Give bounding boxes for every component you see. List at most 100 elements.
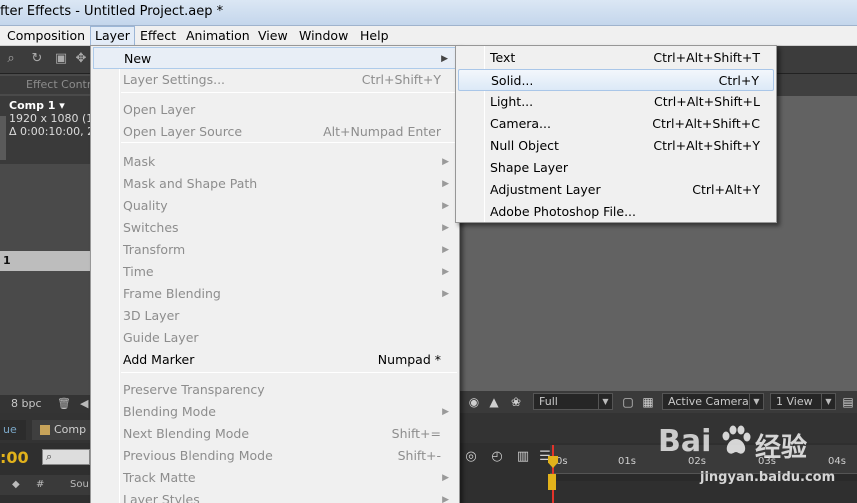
- submenu-arrow-icon: ▶: [442, 289, 449, 299]
- new-submenu-item[interactable]: Shape Layer: [458, 157, 774, 179]
- layer-menu-item[interactable]: Frame Blending ▶: [93, 283, 457, 305]
- search-tool-icon[interactable]: ⌕: [2, 49, 20, 69]
- menu-item-shortcut: Ctrl+Shift+Y: [361, 72, 441, 87]
- new-submenu-item[interactable]: Light... Ctrl+Alt+Shift+L: [458, 91, 774, 113]
- comp-name[interactable]: Comp 1 ▾: [9, 99, 90, 112]
- timeline-search-input[interactable]: ⌕: [42, 449, 90, 465]
- menu-item-label: Open Layer: [123, 102, 196, 117]
- layer-menu-item[interactable]: Preserve Transparency: [93, 379, 457, 401]
- source-name-column[interactable]: Sou: [70, 475, 89, 495]
- resolution-dropdown[interactable]: Full ▼: [533, 393, 613, 410]
- layer-duration-bar[interactable]: [548, 474, 556, 490]
- rotate-tool-icon[interactable]: ↻: [28, 49, 46, 69]
- comp-timeline-tab[interactable]: Comp: [32, 420, 90, 440]
- layer-menu-item[interactable]: Add Marker Numpad *: [93, 349, 457, 371]
- menu-composition[interactable]: Composition: [3, 26, 89, 46]
- layer-menu-item[interactable]: Time ▶: [93, 261, 457, 283]
- comp-thumbnail: [0, 116, 6, 160]
- new-submenu-item[interactable]: Text Ctrl+Alt+Shift+T: [458, 47, 774, 69]
- menu-item-label: Track Matte: [123, 470, 196, 485]
- layer-menu-item[interactable]: Track Matte ▶: [93, 467, 457, 489]
- menu-item-shortcut: Ctrl+Y: [718, 73, 759, 88]
- menu-effect[interactable]: Effect: [136, 26, 180, 46]
- menu-item-label: Blending Mode: [123, 404, 216, 419]
- menu-bar: Composition Layer Effect Animation View …: [0, 26, 857, 46]
- menu-item-shortcut: Ctrl+Alt+Shift+T: [653, 50, 760, 65]
- menu-animation[interactable]: Animation: [182, 26, 254, 46]
- chevron-down-icon: ▼: [749, 394, 763, 409]
- layer-menu-item[interactable]: New ▶: [93, 47, 457, 69]
- comp-color-swatch: [40, 425, 50, 435]
- layer-menu-item[interactable]: 3D Layer: [93, 305, 457, 327]
- layer-menu-item[interactable]: Transform ▶: [93, 239, 457, 261]
- current-timecode[interactable]: :00: [0, 447, 30, 469]
- new-submenu-item[interactable]: Camera... Ctrl+Alt+Shift+C: [458, 113, 774, 135]
- new-submenu-item[interactable]: Adobe Photoshop File...: [458, 201, 774, 223]
- ruler-label: 04s: [828, 456, 846, 467]
- snapshot-camera-icon[interactable]: ◉: [466, 394, 482, 410]
- layer-menu-item[interactable]: Switches ▶: [93, 217, 457, 239]
- menu-item-label: Guide Layer: [123, 330, 199, 345]
- menu-item-label: Switches: [123, 220, 179, 235]
- camera-tool-icon[interactable]: ▣: [52, 49, 70, 69]
- effect-controls-tab[interactable]: Effect Contr: [0, 76, 90, 94]
- transparency-grid-icon[interactable]: ▦: [640, 394, 656, 410]
- submenu-arrow-icon: ▶: [442, 267, 449, 277]
- label-tag-icon[interactable]: ◆: [12, 475, 20, 495]
- project-footer: 8 bpc 🗑 ◀: [0, 395, 90, 413]
- layer-menu-item[interactable]: Mask ▶: [93, 151, 457, 173]
- layer-menu: New ▶ Layer Settings... Ctrl+Shift+Y Open La…: [90, 45, 460, 503]
- menu-window[interactable]: Window: [295, 26, 352, 46]
- viewer-options-icon[interactable]: ▤: [840, 394, 856, 410]
- new-submenu-item[interactable]: Null Object Ctrl+Alt+Shift+Y: [458, 135, 774, 157]
- layer-menu-item[interactable]: Next Blending Mode Shift+=: [93, 423, 457, 445]
- view-layout-dropdown[interactable]: 1 View ▼: [770, 393, 836, 410]
- motion-blur-icon[interactable]: ◴: [488, 448, 506, 466]
- layer-menu-item[interactable]: Quality ▶: [93, 195, 457, 217]
- frame-blending-icon[interactable]: ▥: [514, 448, 532, 466]
- scroll-left-icon[interactable]: ◀: [80, 395, 88, 413]
- menu-item-label: Preserve Transparency: [123, 382, 265, 397]
- submenu-arrow-icon: ▶: [442, 179, 449, 189]
- menu-item-label: New: [124, 51, 152, 66]
- project-item-row[interactable]: 1: [0, 251, 90, 271]
- layer-menu-item[interactable]: Mask and Shape Path ▶: [93, 173, 457, 195]
- menu-item-label: Quality: [123, 198, 168, 213]
- layer-menu-item[interactable]: Layer Styles ▶: [93, 489, 457, 503]
- view-layout-value: 1 View: [776, 395, 813, 408]
- menu-item-shortcut: Numpad *: [377, 352, 441, 367]
- new-submenu-item[interactable]: Solid... Ctrl+Y: [458, 69, 774, 91]
- trash-icon[interactable]: 🗑: [57, 395, 71, 413]
- menu-item-label: Layer Settings...: [123, 72, 226, 87]
- layer-menu-item[interactable]: Blending Mode ▶: [93, 401, 457, 423]
- menu-item-label: Time: [123, 264, 154, 279]
- window-title-bar: fter Effects - Untitled Project.aep *: [0, 0, 857, 26]
- draft-3d-icon[interactable]: ◎: [462, 448, 480, 466]
- region-of-interest-icon[interactable]: ▢: [620, 394, 636, 410]
- window-title: fter Effects - Untitled Project.aep *: [0, 4, 224, 19]
- baidu-watermark-url: jingyan.baidu.com: [700, 470, 836, 485]
- bpc-label[interactable]: 8 bpc: [11, 397, 42, 410]
- camera-dropdown[interactable]: Active Camera ▼: [662, 393, 764, 410]
- layer-menu-item[interactable]: Open Layer Source Alt+Numpad Enter: [93, 121, 457, 143]
- submenu-arrow-icon: ▶: [441, 54, 448, 64]
- layer-menu-item[interactable]: Layer Settings... Ctrl+Shift+Y: [93, 69, 457, 91]
- submenu-arrow-icon: ▶: [442, 495, 449, 503]
- channels-rgb-icon[interactable]: ❀: [508, 394, 524, 410]
- timeline-columns-header: ◆ # Sou: [0, 475, 90, 495]
- layer-menu-item[interactable]: Previous Blending Mode Shift+-: [93, 445, 457, 467]
- menu-separator: [121, 92, 457, 93]
- new-submenu-item[interactable]: Adjustment Layer Ctrl+Alt+Y: [458, 179, 774, 201]
- menu-view[interactable]: View: [254, 26, 292, 46]
- render-queue-tab[interactable]: ue: [0, 420, 26, 440]
- pan-tool-icon[interactable]: ✥: [72, 49, 90, 69]
- menu-item-shortcut: Shift+=: [391, 426, 441, 441]
- menu-item-label: Light...: [490, 94, 534, 109]
- menu-help[interactable]: Help: [356, 26, 393, 46]
- layer-menu-item[interactable]: Open Layer: [93, 99, 457, 121]
- menu-layer[interactable]: Layer: [90, 26, 135, 46]
- layer-menu-item[interactable]: Guide Layer: [93, 327, 457, 349]
- menu-item-label: Transform: [123, 242, 186, 257]
- show-snapshot-icon[interactable]: ▲: [486, 394, 502, 410]
- menu-item-shortcut: Ctrl+Alt+Shift+Y: [653, 138, 760, 153]
